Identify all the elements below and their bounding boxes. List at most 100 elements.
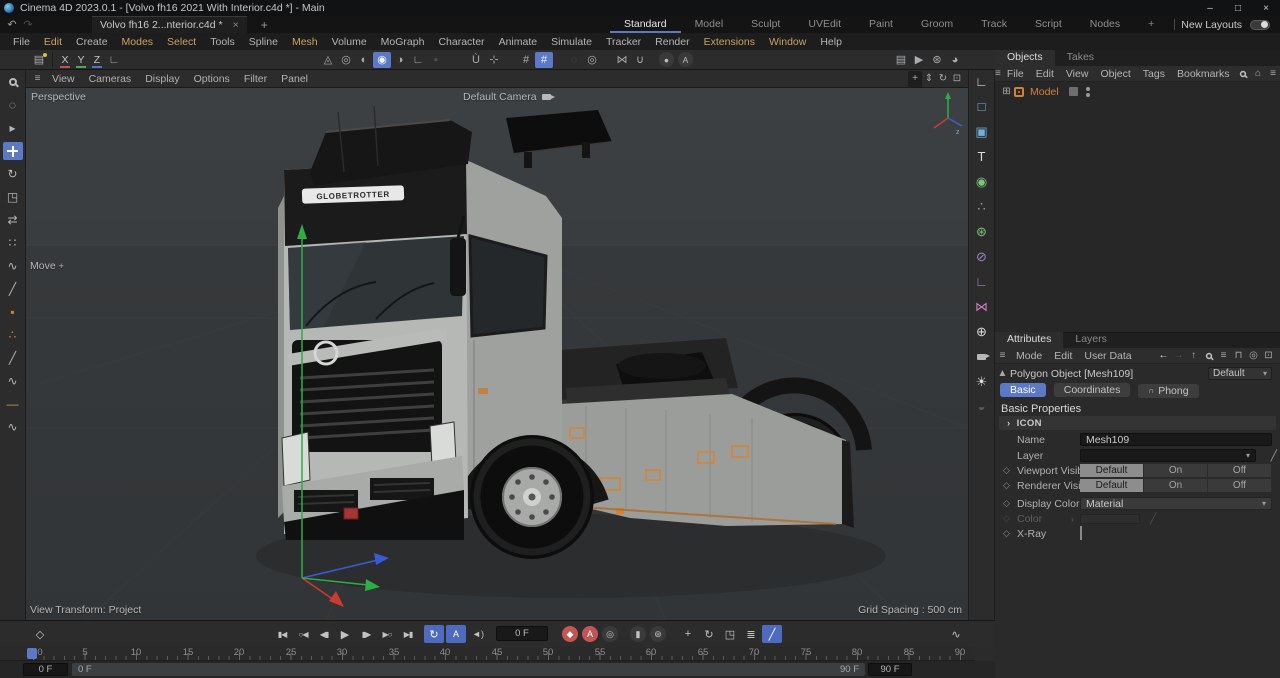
key-position-toggle[interactable]: + (678, 625, 698, 643)
menu-animate[interactable]: Animate (492, 36, 545, 48)
viewport-orbit-icon[interactable]: ↻ (936, 71, 950, 87)
pla-range-toggle[interactable]: A (446, 625, 466, 643)
document-tab[interactable]: Volvo fh16 2...nterior.c4d * × (92, 16, 247, 33)
tab-layers[interactable]: Layers (1063, 332, 1119, 348)
key-rotation-toggle[interactable]: ↻ (699, 625, 719, 643)
select-tool-icon[interactable]: ▸ (3, 119, 23, 137)
spline-pen-tool-icon[interactable]: ∿ (3, 257, 23, 275)
add-sky-button[interactable]: ⊕ (971, 322, 992, 341)
move-tool-icon[interactable] (3, 142, 23, 160)
name-field[interactable]: Mesh109 (1080, 433, 1272, 446)
icon-group-header[interactable]: › ICON (999, 416, 1276, 430)
tab-close-icon[interactable]: × (233, 19, 239, 31)
objects-menu-file[interactable]: File (1001, 68, 1030, 80)
autokeying-toggle[interactable]: A (582, 626, 598, 642)
objects-home-icon[interactable]: ⌂ (1251, 68, 1266, 79)
render-picture-viewer-button[interactable]: ▶ (910, 52, 928, 68)
quantize-snap-icon[interactable]: # (535, 52, 553, 68)
menu-volume[interactable]: Volume (325, 36, 374, 48)
menu-mesh[interactable]: Mesh (285, 36, 325, 48)
search-tool-icon[interactable] (3, 73, 23, 91)
pill-basic[interactable]: Basic (1000, 383, 1046, 397)
renderer-visibility-on[interactable]: On (1144, 479, 1208, 492)
layout-tab-track[interactable]: Track (967, 16, 1021, 33)
viewport-maximize-icon[interactable]: ⊡ (950, 71, 964, 87)
spline-smooth-tool-icon[interactable]: ╱ (3, 280, 23, 298)
range-start-handle[interactable]: 0 F (78, 664, 92, 675)
pen-tool-icon[interactable]: ∿ (3, 372, 23, 390)
keying-settings-button[interactable]: ⊛ (650, 626, 666, 642)
key-parameter-toggle[interactable]: ≣ (741, 625, 761, 643)
maximize-button[interactable]: □ (1224, 3, 1252, 14)
viewport-hamburger-icon[interactable]: ≡ (30, 73, 45, 84)
preview-range-slider[interactable]: 0 F 90 F (72, 663, 865, 676)
key-diamond-icon[interactable]: ◇ (1003, 480, 1010, 491)
make-editable-icon[interactable]: ◬ (319, 52, 337, 68)
add-symmetry-button[interactable]: ⋈ (971, 297, 992, 316)
perspective-viewport[interactable]: Perspective Default Camera Move + View T… (26, 88, 968, 620)
auto-mode-icon[interactable]: A (678, 52, 693, 67)
current-frame-field[interactable]: 0 F (496, 626, 548, 641)
multi-move-tool-icon[interactable]: ∷ (3, 234, 23, 252)
render-view-button[interactable]: ▤ (892, 52, 910, 68)
material-editor-icon[interactable]: ◕ (946, 52, 964, 68)
objects-search-icon[interactable] (1236, 68, 1251, 79)
sound-toggle[interactable]: ◄) (468, 625, 488, 643)
polygon-mode-icon[interactable]: ◉ (373, 52, 391, 68)
viewport-solo-icon[interactable]: Ù (467, 52, 485, 68)
lock-z-axis-button[interactable]: Z (89, 52, 105, 68)
menu-create[interactable]: Create (69, 36, 115, 48)
model-mode-icon[interactable]: ◎ (337, 52, 355, 68)
transfer-tool-icon[interactable]: ⇄ (3, 211, 23, 229)
range-start-field[interactable]: 0 F (23, 663, 68, 676)
add-cube-button[interactable]: ▣ (971, 122, 992, 141)
renderer-visibility-default[interactable]: Default (1080, 479, 1144, 492)
viewport-dolly-icon[interactable]: ⇕ (922, 71, 936, 87)
attributes-hamburger-icon[interactable]: ≡ (995, 350, 1010, 361)
viewport-menu-options[interactable]: Options (187, 73, 237, 85)
add-layout-button[interactable]: + (1134, 16, 1168, 33)
viewport-menu-panel[interactable]: Panel (274, 73, 315, 85)
pill-coordinates[interactable]: Coordinates (1054, 383, 1131, 397)
goto-start-button[interactable]: ▮◀ (272, 625, 292, 643)
add-spline-button[interactable]: □ (971, 97, 992, 116)
range-end-handle[interactable]: 90 F (840, 664, 859, 675)
menu-tools[interactable]: Tools (203, 36, 242, 48)
layer-toggle-icon[interactable] (1069, 87, 1078, 96)
undo-icon[interactable]: ↶ (4, 18, 20, 31)
record-button[interactable]: ◆ (562, 626, 578, 642)
add-light-button[interactable]: ☀ (971, 372, 992, 391)
coordinate-system-icon[interactable]: ∟ (105, 52, 123, 68)
snap-disabled-icon[interactable]: ◌ (565, 52, 583, 68)
texture-mode-icon[interactable]: ◐ (355, 52, 373, 68)
history-back-icon[interactable]: ← (1156, 350, 1171, 361)
prev-key-button[interactable]: ○◀ (293, 625, 313, 643)
menu-spline[interactable]: Spline (242, 36, 285, 48)
add-deformer-button[interactable]: ⊘ (971, 247, 992, 266)
modeling-settings-icon[interactable]: ● (659, 52, 674, 67)
prev-frame-button[interactable]: ◀▮ (314, 625, 334, 643)
menu-file[interactable]: File (6, 36, 37, 48)
menu-modes[interactable]: Modes (115, 36, 161, 48)
layer-field[interactable]: ▾ (1080, 449, 1256, 462)
anim-mode-button[interactable]: ▮ (630, 626, 646, 642)
fcurve-button[interactable]: ∿ (946, 625, 966, 643)
objects-filter-icon[interactable]: ≡ (1266, 68, 1280, 79)
project-icon[interactable]: ▤ (30, 52, 48, 68)
menu-mograph[interactable]: MoGraph (374, 36, 432, 48)
viewport-canvas[interactable]: GLOBETROTTER (26, 88, 968, 620)
layout-tab-nodes[interactable]: Nodes (1076, 16, 1134, 33)
attributes-filter-icon[interactable]: ≡ (1216, 350, 1231, 361)
scale-tool-icon[interactable]: ◳ (3, 188, 23, 206)
viewport-menu-display[interactable]: Display (138, 73, 186, 85)
preset-dropdown[interactable]: Default ▾ (1208, 367, 1272, 380)
key-scale-toggle[interactable]: ◳ (720, 625, 740, 643)
render-settings-button[interactable]: ⊛ (928, 52, 946, 68)
layout-tab-script[interactable]: Script (1021, 16, 1076, 33)
attributes-menu-mode[interactable]: Mode (1010, 350, 1048, 362)
viewport-menu-view[interactable]: View (45, 73, 82, 85)
menu-select[interactable]: Select (160, 36, 203, 48)
play-button[interactable]: ▶ (335, 625, 355, 643)
lock-icon[interactable]: ⊓ (1231, 350, 1246, 361)
object-axis-mode-icon[interactable]: ◑ (391, 52, 409, 68)
